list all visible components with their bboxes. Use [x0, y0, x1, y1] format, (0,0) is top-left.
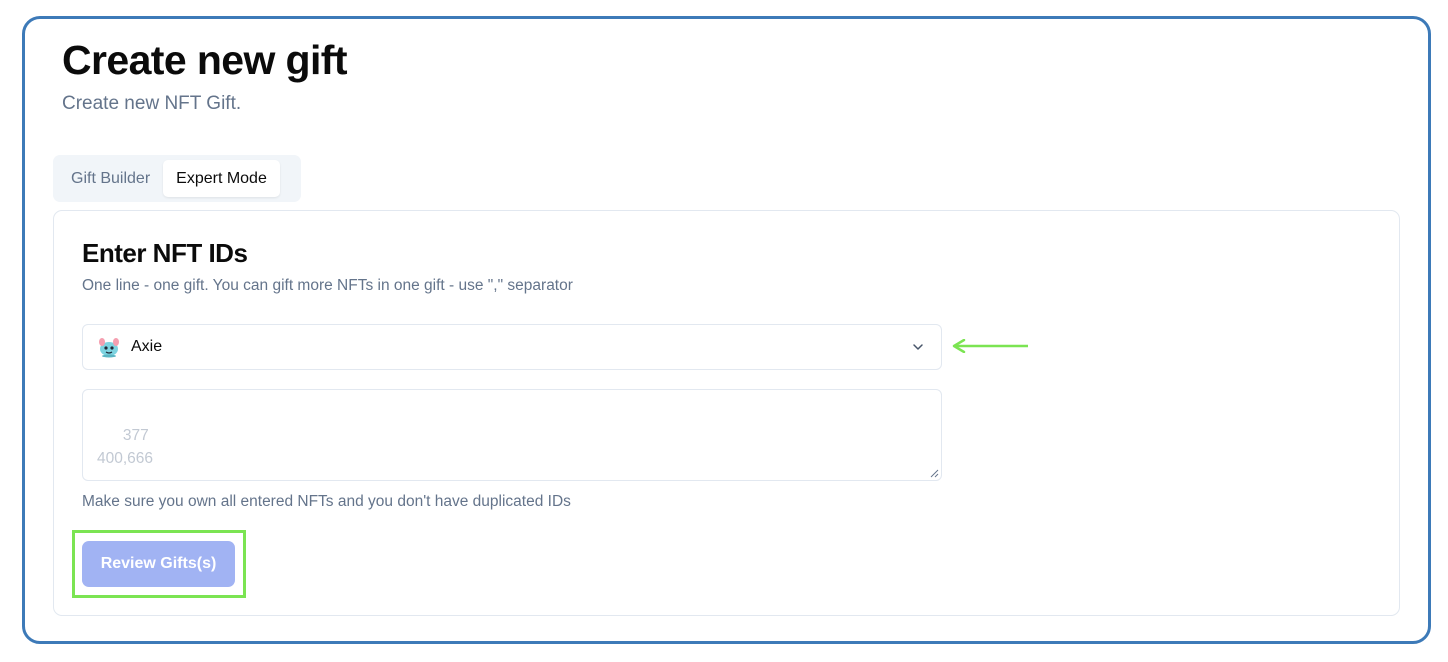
helper-text: Make sure you own all entered NFTs and y… [82, 493, 571, 510]
page-subtitle: Create new NFT Gift. [62, 93, 242, 114]
collection-select-value: Axie [131, 338, 163, 355]
chevron-down-icon [913, 344, 923, 350]
card-title: Enter NFT IDs [82, 238, 248, 268]
app-frame: Create new gift Create new NFT Gift. Gif… [22, 16, 1431, 644]
annotation-arrow-left-icon [952, 339, 1028, 353]
axie-icon [99, 338, 119, 358]
collection-select[interactable]: Axie [82, 324, 942, 370]
nft-ids-textarea[interactable]: 377 400,666 [82, 389, 942, 481]
tab-expert-mode[interactable]: Expert Mode [163, 160, 280, 197]
mode-tabs: Gift Builder Expert Mode [53, 155, 301, 202]
page-title: Create new gift [62, 37, 347, 83]
card-description: One line - one gift. You can gift more N… [82, 277, 573, 294]
resize-handle-icon[interactable] [929, 468, 939, 478]
review-gifts-button[interactable]: Review Gifts(s) [82, 541, 235, 587]
tab-gift-builder[interactable]: Gift Builder [58, 160, 163, 197]
nft-ids-placeholder: 377 400,666 [97, 427, 154, 467]
nft-ids-card: Enter NFT IDs One line - one gift. You c… [53, 210, 1400, 616]
